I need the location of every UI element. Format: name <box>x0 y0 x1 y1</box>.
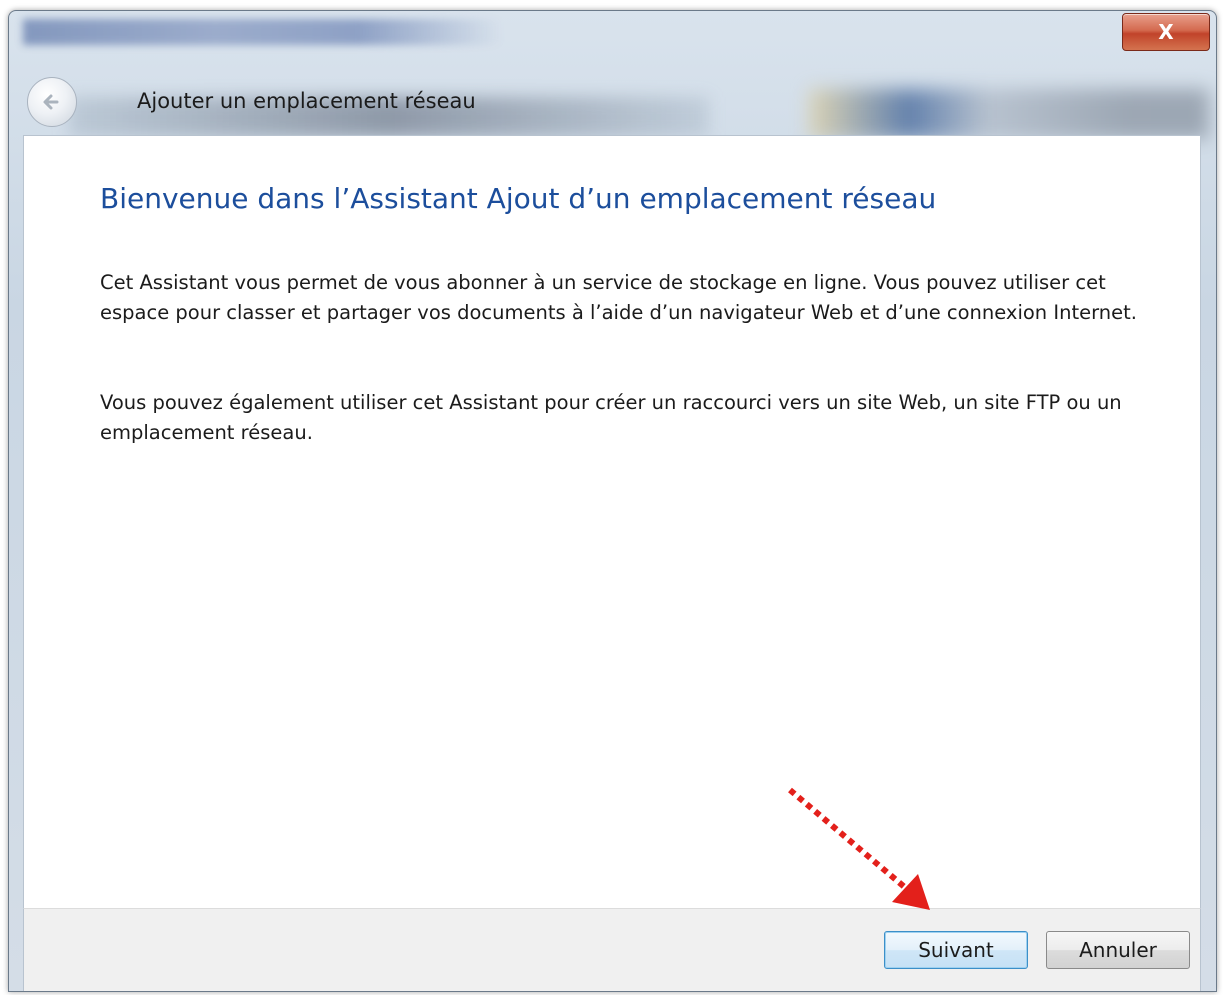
wizard-content: Bienvenue dans l’Assistant Ajout d’un em… <box>23 135 1201 911</box>
wizard-title: Ajouter un emplacement réseau <box>137 89 476 113</box>
dotted-red-arrow-icon <box>788 787 930 910</box>
next-button[interactable]: Suivant <box>884 931 1028 969</box>
back-button[interactable] <box>27 77 77 127</box>
background-blur-right <box>809 89 1209 139</box>
close-icon: X <box>1158 20 1174 44</box>
shortcut-paragraph: Vous pouvez également utiliser cet Assis… <box>100 391 1122 444</box>
cancel-button[interactable]: Annuler <box>1046 931 1190 969</box>
intro-paragraph: Cet Assistant vous permet de vous abonne… <box>100 271 1137 324</box>
wizard-footer: Suivant Annuler <box>23 908 1201 991</box>
title-bar: X <box>9 11 1216 67</box>
close-button[interactable]: X <box>1122 13 1210 51</box>
back-arrow-icon <box>43 94 59 110</box>
wizard-window: X Ajouter un emplacement réseau Bienvenu… <box>8 10 1217 992</box>
page-heading: Bienvenue dans l’Assistant Ajout d’un em… <box>100 182 937 215</box>
window-title-blurred <box>23 19 503 45</box>
